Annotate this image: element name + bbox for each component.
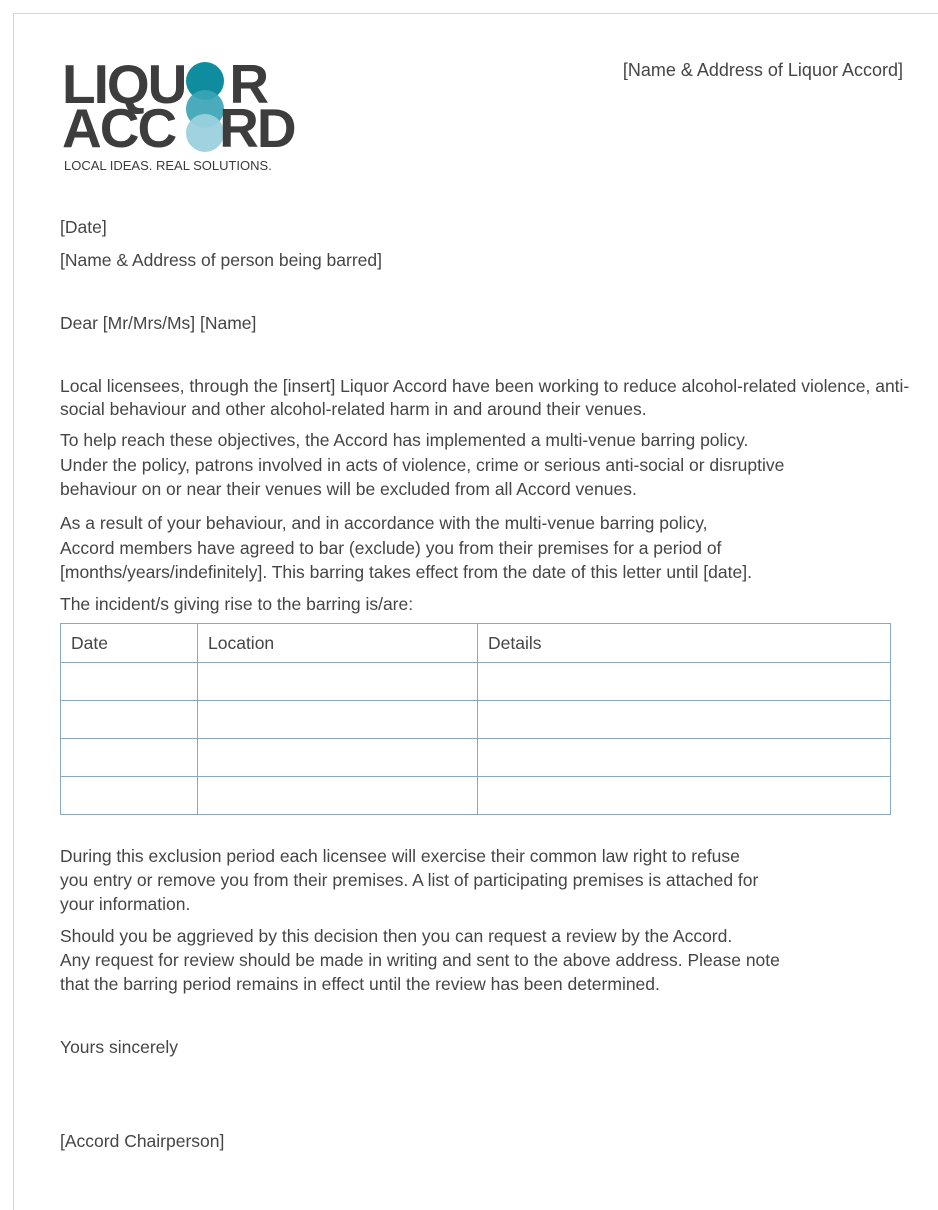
paragraph-barring-line-3: [months/years/indefinitely]. This barrin… [60, 562, 752, 582]
recipient-address: [Name & Address of person being barred] [60, 250, 382, 270]
logo-text-acc: ACC [62, 97, 177, 159]
column-header-date: Date [60, 623, 198, 663]
closing: Yours sincerely [60, 1037, 179, 1057]
paragraph-review-line-3: that the barring period remains in effec… [60, 974, 660, 994]
paragraph-review-line-1: Should you be aggrieved by this decision… [60, 926, 733, 946]
table-cell-location [197, 662, 478, 701]
table-row [60, 700, 891, 739]
column-header-details: Details [477, 623, 891, 663]
salutation: Dear [Mr/Mrs/Ms] [Name] [60, 313, 257, 333]
table-row [60, 776, 891, 815]
logo-tagline: LOCAL IDEAS. REAL SOLUTIONS. [64, 158, 272, 173]
logo-text-rd: RD [219, 97, 296, 159]
table-cell-date [60, 776, 198, 815]
letter-date: [Date] [60, 217, 107, 237]
paragraph-barring-line-1: As a result of your behaviour, and in ac… [60, 513, 708, 533]
table-cell-location [197, 738, 478, 777]
paragraph-review-line-2: Any request for review should be made in… [60, 950, 780, 970]
logo-word-accord: ACC RD [62, 97, 297, 159]
page-edge-left [13, 13, 14, 1210]
table-cell-date [60, 662, 198, 701]
signatory: [Accord Chairperson] [60, 1131, 225, 1151]
table-cell-details [477, 700, 891, 739]
paragraph-exclusion-line-1: During this exclusion period each licens… [60, 846, 740, 866]
paragraph-exclusion-line-2: you entry or remove you from their premi… [60, 870, 759, 890]
paragraph-policy-line-1: To help reach these objectives, the Acco… [60, 430, 749, 450]
table-cell-details [477, 662, 891, 701]
table-cell-location [197, 776, 478, 815]
table-cell-date [60, 738, 198, 777]
paragraph-policy-line-3: behaviour on or near their venues will b… [60, 479, 637, 499]
paragraph-exclusion-line-3: your information. [60, 894, 191, 914]
liquor-accord-logo: LIQU R ACC RD LOCAL IDEAS. REAL SOLUTIONS. [62, 57, 312, 178]
table-header-row: Date Location Details [60, 623, 891, 663]
column-header-location: Location [197, 623, 478, 663]
table-cell-location [197, 700, 478, 739]
paragraph-barring-line-2: Accord members have agreed to bar (exclu… [60, 538, 722, 558]
paragraph-policy-line-2: Under the policy, patrons involved in ac… [60, 455, 785, 475]
table-row [60, 738, 891, 777]
table-cell-date [60, 700, 198, 739]
accord-address: [Name & Address of Liquor Accord] [622, 60, 903, 80]
table-row [60, 662, 891, 701]
paragraph-intro: Local licensees, through the [insert] Li… [60, 376, 910, 419]
incident-table: Date Location Details [60, 623, 891, 815]
table-cell-details [477, 738, 891, 777]
page-edge-top [13, 13, 938, 14]
incident-intro: The incident/s giving rise to the barrin… [60, 594, 414, 614]
table-cell-details [477, 776, 891, 815]
